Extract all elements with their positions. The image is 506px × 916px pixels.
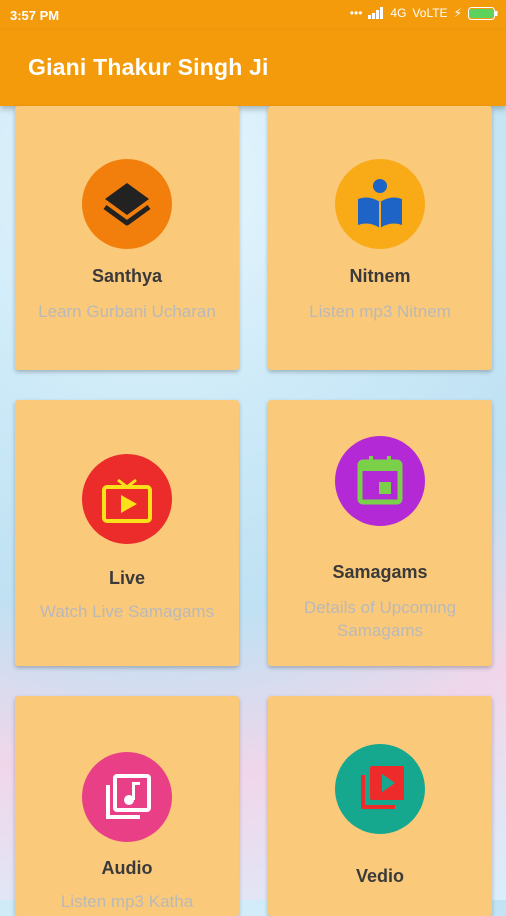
card-title: Nitnem	[349, 266, 411, 286]
card-samagams[interactable]: Samagams Details of Upcoming Samagams	[268, 400, 492, 666]
menu-grid: Santhya Learn Gurbani Ucharan Nitnem Lis…	[0, 106, 506, 916]
card-audio[interactable]: Audio Listen mp3 Katha	[15, 696, 239, 916]
charging-icon: ⚡	[453, 6, 462, 20]
status-bar: 3:57 PM ••• 4G VoLTE ⚡	[0, 0, 506, 30]
network-type: 4G	[390, 6, 407, 20]
app-bar: Giani Thakur Singh Ji	[0, 30, 506, 106]
carrier-label: VoLTE	[412, 6, 448, 20]
layers-icon	[82, 159, 172, 249]
more-dots-icon: •••	[349, 6, 363, 20]
card-title: Samagams	[332, 562, 428, 582]
card-vedio[interactable]: Vedio	[268, 696, 492, 916]
battery-icon	[468, 6, 498, 20]
signal-icon	[368, 7, 384, 19]
status-icons: ••• 4G VoLTE ⚡	[350, 6, 498, 20]
card-subtitle: Listen mp3 Nitnem	[309, 302, 451, 321]
card-subtitle: Details of Upcoming Samagams	[303, 598, 457, 640]
card-subtitle: Listen mp3 Katha	[60, 892, 194, 911]
card-live[interactable]: Live Watch Live Samagams	[15, 400, 239, 666]
card-title: Santhya	[91, 266, 163, 286]
live-tv-icon	[82, 454, 172, 544]
app-title: Giani Thakur Singh Ji	[28, 54, 269, 80]
music-library-icon	[82, 752, 172, 842]
card-nitnem[interactable]: Nitnem Listen mp3 Nitnem	[268, 106, 492, 370]
card-title: Vedio	[355, 866, 404, 886]
card-santhya[interactable]: Santhya Learn Gurbani Ucharan	[15, 106, 239, 370]
card-title: Live	[108, 568, 146, 588]
reader-book-icon	[335, 159, 425, 249]
card-title: Audio	[101, 858, 153, 878]
calendar-icon	[335, 436, 425, 526]
video-library-icon	[335, 744, 425, 834]
status-time: 3:57 PM	[10, 8, 60, 23]
card-subtitle: Learn Gurbani Ucharan	[38, 302, 216, 321]
card-subtitle: Watch Live Samagams	[39, 602, 215, 621]
